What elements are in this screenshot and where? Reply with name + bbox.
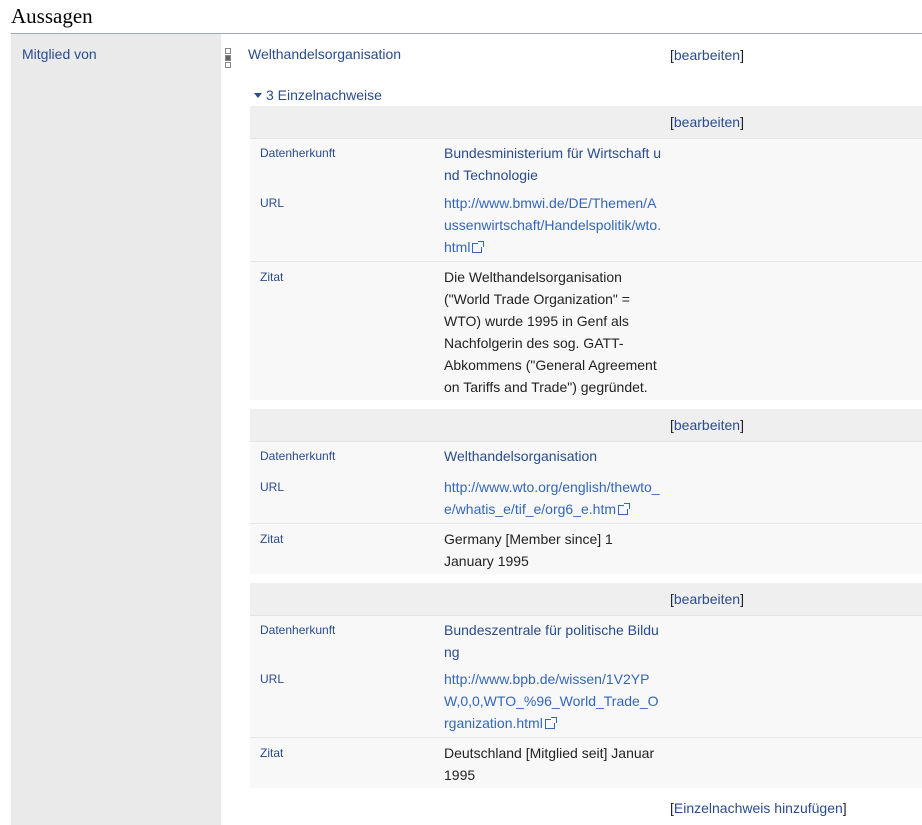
rank-preferred-icon bbox=[225, 48, 231, 54]
property-link[interactable]: Mitglied von bbox=[22, 46, 97, 62]
reference-header: [bearbeiten] bbox=[250, 583, 922, 616]
reference-edit: [bearbeiten] bbox=[670, 417, 744, 433]
snak-row: URL http://www.wto.org/english/thewto_e/… bbox=[250, 476, 922, 520]
quote-text: Deutschland [Mitglied seit] Januar 1995 bbox=[444, 745, 655, 783]
reference-edit-button[interactable]: bearbeiten bbox=[674, 114, 740, 130]
quote-text: Germany [Member since] 1 January 1995 bbox=[444, 531, 613, 569]
external-link-icon bbox=[472, 241, 485, 254]
snak-row: Zitat Germany [Member since] 1 January 1… bbox=[250, 528, 922, 572]
reference-quote: Zitat Die Welthandelsorganisation ("Worl… bbox=[250, 262, 922, 400]
snak-row: Datenherkunft Welthandelsorganisation bbox=[250, 445, 922, 476]
reference-header: [bearbeiten] bbox=[250, 106, 922, 139]
rank-normal-icon bbox=[225, 55, 231, 61]
reference-edit: [bearbeiten] bbox=[670, 591, 744, 607]
snak-row: Datenherkunft Bundeszentrale für politis… bbox=[250, 619, 922, 668]
triangle-down-icon bbox=[254, 92, 262, 98]
reference-edit-button[interactable]: bearbeiten bbox=[674, 417, 740, 433]
snak-property-link[interactable]: Zitat bbox=[260, 746, 283, 760]
snak-row: Zitat Die Welthandelsorganisation ("Worl… bbox=[250, 266, 922, 398]
quote-text: Die Welthandelsorganisation ("World Trad… bbox=[444, 269, 657, 395]
snak-value-link[interactable]: Welthandelsorganisation bbox=[444, 445, 662, 467]
external-link-icon bbox=[618, 503, 630, 516]
statement-edit-button[interactable]: bearbeiten bbox=[674, 47, 740, 63]
snak-property-link[interactable]: URL bbox=[260, 196, 284, 210]
reference-block: [bearbeiten] Datenherkunft Bundeszentral… bbox=[250, 583, 922, 788]
snak-row: URL http://www.bmwi.de/DE/Themen/Aussenw… bbox=[250, 192, 922, 258]
reference-block: [bearbeiten] Datenherkunft Bundesministe… bbox=[250, 106, 922, 400]
statement-edit: [bearbeiten] bbox=[670, 47, 744, 63]
statement-value-link[interactable]: Welthandelsorganisation bbox=[248, 46, 401, 62]
references-toggle[interactable]: 3 Einzelnachweise bbox=[254, 87, 382, 103]
add-reference: [Einzelnachweis hinzufügen] bbox=[670, 800, 847, 816]
add-reference-button[interactable]: Einzelnachweis hinzufügen bbox=[674, 800, 843, 816]
snak-value-link[interactable]: Bundesministerium für Wirtschaft und Tec… bbox=[444, 142, 662, 186]
reference-snak-group: Datenherkunft Bundeszentrale für politis… bbox=[250, 616, 922, 738]
external-link-icon bbox=[544, 717, 557, 730]
reference-edit-button[interactable]: bearbeiten bbox=[674, 591, 740, 607]
property-column bbox=[11, 34, 221, 825]
references-toggle-label: 3 Einzelnachweise bbox=[266, 87, 382, 103]
snak-property-link[interactable]: URL bbox=[260, 672, 284, 686]
rank-deprecated-icon bbox=[225, 62, 231, 68]
snak-row: Datenherkunft Bundesministerium für Wirt… bbox=[250, 142, 922, 192]
snak-value-link[interactable]: Bundeszentrale für politische Bildung bbox=[444, 619, 662, 663]
snak-url-link[interactable]: http://www.wto.org/english/thewto_e/what… bbox=[444, 476, 662, 520]
snak-property-link[interactable]: Datenherkunft bbox=[260, 623, 335, 637]
section-heading: Aussagen bbox=[11, 4, 93, 28]
reference-quote: Zitat Germany [Member since] 1 January 1… bbox=[250, 524, 922, 574]
snak-property-link[interactable]: Datenherkunft bbox=[260, 449, 335, 463]
snak-property-link[interactable]: URL bbox=[260, 480, 284, 494]
reference-edit: [bearbeiten] bbox=[670, 114, 744, 130]
reference-snak-group: Datenherkunft Welthandelsorganisation UR… bbox=[250, 442, 922, 524]
snak-property-link[interactable]: Zitat bbox=[260, 532, 283, 546]
reference-quote: Zitat Deutschland [Mitglied seit] Januar… bbox=[250, 738, 922, 788]
rank-selector[interactable] bbox=[225, 48, 231, 69]
reference-header: [bearbeiten] bbox=[250, 409, 922, 442]
reference-snak-group: Datenherkunft Bundesministerium für Wirt… bbox=[250, 139, 922, 262]
snak-row: URL http://www.bpb.de/wissen/1V2YPW,0,0,… bbox=[250, 668, 922, 734]
snak-property-link[interactable]: Datenherkunft bbox=[260, 146, 335, 160]
snak-row: Zitat Deutschland [Mitglied seit] Januar… bbox=[250, 742, 922, 786]
snak-url-link[interactable]: http://www.bpb.de/wissen/1V2YPW,0,0,WTO_… bbox=[444, 668, 662, 734]
snak-property-link[interactable]: Zitat bbox=[260, 270, 283, 284]
snak-url-link[interactable]: http://www.bmwi.de/DE/Themen/Aussenwirts… bbox=[444, 192, 662, 258]
reference-block: [bearbeiten] Datenherkunft Welthandelsor… bbox=[250, 409, 922, 574]
